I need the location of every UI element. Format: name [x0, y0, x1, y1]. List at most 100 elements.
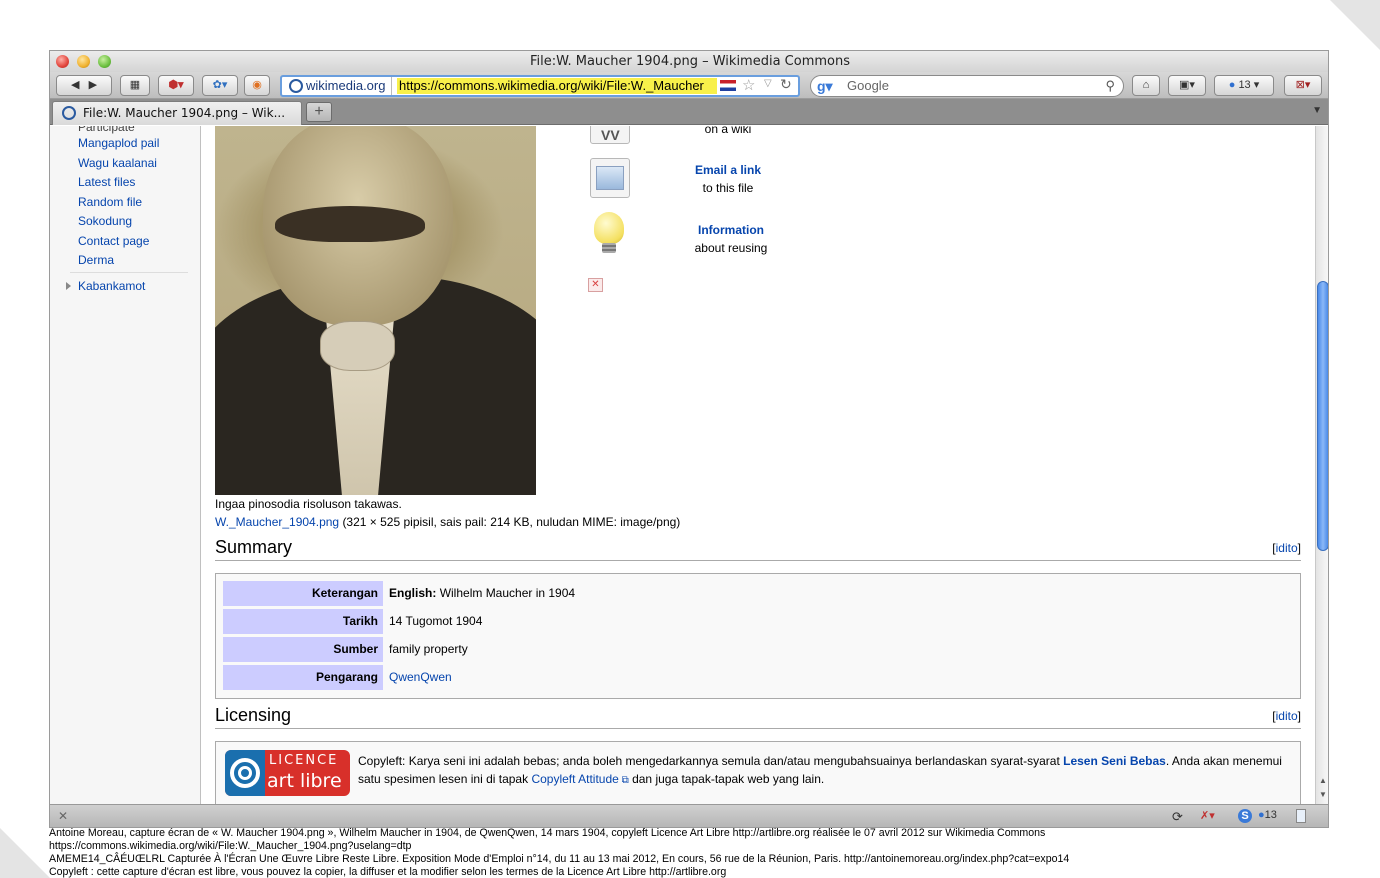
sidebar-divider	[70, 272, 188, 273]
portrait-photo[interactable]	[215, 126, 536, 495]
free-art-license-link[interactable]: Lesen Seni Bebas	[1063, 754, 1166, 768]
email-link-title[interactable]: Email a link	[673, 163, 783, 177]
bookmark-star-icon[interactable]: ☆	[742, 76, 755, 94]
grid-icon: ▦	[129, 79, 141, 91]
notification-bubble-icon: ●	[1228, 79, 1236, 91]
file-info: W._Maucher_1904.png (321 × 525 pipisil, …	[215, 515, 680, 529]
addon-button[interactable]: ⊠▾	[1284, 75, 1322, 96]
external-link-icon: ⧉	[618, 775, 629, 786]
email-link-subtitle: to this file	[702, 181, 754, 195]
row-value: English: Wilhelm Maucher in 1904	[389, 586, 576, 600]
broken-image-icon: ✕	[588, 278, 603, 292]
edit-summary-link[interactable]: [idito]	[1272, 541, 1301, 555]
scroll-up-icon[interactable]: ▲	[1319, 776, 1327, 785]
sidebar-item-donate[interactable]: Derma	[78, 253, 114, 267]
status-bar: ✕ ⟳ ✗▾ S ●13	[50, 804, 1328, 827]
home-icon: ⌂	[1142, 79, 1150, 91]
tab-list-icon[interactable]: ▼	[1312, 105, 1322, 116]
sidebar-item-latest-files[interactable]: Latest files	[78, 175, 135, 189]
sidebar-item-upload[interactable]: Mangaplod pail	[78, 136, 159, 150]
forward-arrow-icon[interactable]: ▶	[89, 79, 97, 91]
row-label: Tarikh	[223, 609, 383, 634]
sidebar-item-random-file[interactable]: Random file	[78, 195, 142, 209]
row-label: Keterangan	[223, 581, 383, 606]
table-row: Pengarang QwenQwen	[223, 665, 1293, 690]
bookmarks-icon: ▣▾	[1179, 79, 1195, 91]
rss-icon: ◉	[252, 79, 262, 91]
browser-window: File:W. Maucher 1904.png – Wikimedia Com…	[49, 50, 1329, 828]
summary-heading: Summary [idito]	[215, 537, 1301, 561]
page-icon[interactable]	[1296, 809, 1306, 823]
email-link-icon[interactable]	[590, 158, 630, 198]
title-bar: File:W. Maucher 1904.png – Wikimedia Com…	[50, 51, 1328, 72]
row-value: 14 Tugomot 1904	[389, 614, 483, 628]
reuse-information-title[interactable]: Information	[676, 223, 786, 237]
file-link[interactable]: W._Maucher_1904.png	[215, 515, 339, 529]
close-statusbar-icon[interactable]: ✕	[58, 809, 68, 823]
addon-icon: ⊠▾	[1295, 79, 1311, 91]
licensing-heading: Licensing [idito]	[215, 705, 1301, 729]
sidebar-item-contact[interactable]: Contact page	[78, 234, 149, 248]
author-link[interactable]: QwenQwen	[389, 670, 452, 684]
image-caption: Ingaa pinosodia risoluson takawas.	[215, 497, 402, 511]
s-addon-icon[interactable]: S	[1238, 809, 1252, 823]
close-window-button[interactable]	[56, 55, 69, 68]
search-bar[interactable]: g▾ Google ⚲	[810, 75, 1124, 97]
rss-button[interactable]: ◉	[244, 75, 270, 96]
reload-icon[interactable]: ↻	[780, 76, 792, 93]
back-arrow-icon[interactable]: ◀	[71, 79, 79, 91]
minimize-window-button[interactable]	[77, 55, 90, 68]
extension-button[interactable]: ✿▾	[202, 75, 238, 96]
url-text[interactable]: https://commons.wikimedia.org/wiki/File:…	[397, 78, 717, 94]
dropdown-arrow-icon[interactable]: ▽	[764, 78, 772, 89]
row-label: Sumber	[223, 637, 383, 662]
site-identity[interactable]: wikimedia.org	[286, 77, 393, 95]
scroll-down-icon[interactable]: ▼	[1319, 790, 1327, 799]
photo-tie-shape	[320, 321, 395, 371]
page-content: Participate Mangaplod pail Wagu kaalanai…	[50, 126, 1315, 804]
footer-line: AMEME14_CÂÉUŒLRL Capturée À l'Écran Une …	[49, 853, 1070, 865]
adblock-button[interactable]: ⬢▾	[158, 75, 194, 96]
copyleft-attitude-link[interactable]: Copyleft Attitude	[531, 772, 618, 786]
tool-icon[interactable]: ✗▾	[1200, 809, 1215, 822]
sidebar-item-help[interactable]: Sokodung	[78, 214, 132, 228]
flag-icon	[720, 80, 736, 91]
page-corner-decoration	[1330, 0, 1380, 50]
footer-line: https://commons.wikimedia.org/wiki/File:…	[49, 840, 412, 852]
sidebar-section-participate[interactable]: Participate	[78, 126, 135, 134]
bookmarks-menu-button[interactable]: ▣▾	[1168, 75, 1206, 96]
sidebar-section-toolbox[interactable]: Kabankamot	[66, 279, 145, 293]
address-bar[interactable]: wikimedia.org https://commons.wikimedia.…	[280, 75, 800, 97]
information-table: Keterangan English: Wilhelm Maucher in 1…	[215, 573, 1301, 699]
footer-line: Antoine Moreau, capture écran de « W. Ma…	[49, 827, 1046, 839]
use-on-wiki-subtitle: on a wiki	[704, 126, 752, 136]
sync-icon[interactable]: ⟳	[1172, 809, 1183, 825]
scrollbar-thumb[interactable]	[1317, 281, 1328, 551]
footer-line: Copyleft : cette capture d'écran est lib…	[49, 866, 727, 878]
lightbulb-icon[interactable]	[594, 212, 624, 244]
back-forward-buttons[interactable]: ◀ ▶	[56, 75, 112, 96]
notifications-button[interactable]: ● 13 ▾	[1214, 75, 1274, 96]
tab-active[interactable]: File:W. Maucher 1904.png – Wik...	[52, 101, 302, 125]
file-meta: (321 × 525 pipisil, sais pail: 214 KB, n…	[342, 515, 681, 529]
window-title: File:W. Maucher 1904.png – Wikimedia Com…	[529, 54, 851, 69]
commons-favicon-icon	[62, 106, 76, 120]
licence-art-libre-logo[interactable]: LICENCE art libre	[225, 750, 350, 796]
status-notification[interactable]: ●13	[1258, 809, 1277, 821]
status-count: 13	[1264, 809, 1277, 821]
navigation-toolbar: ◀ ▶ ▦ ⬢▾ ✿▾ ◉ wikimedia.org https://comm…	[50, 72, 1328, 99]
page-corner-decoration	[0, 828, 50, 878]
bookmarks-grid-button[interactable]: ▦	[120, 75, 150, 96]
new-tab-button[interactable]: +	[306, 102, 332, 122]
vertical-scrollbar[interactable]: ▲ ▼	[1315, 126, 1328, 804]
sidebar-item-recent-changes[interactable]: Wagu kaalanai	[78, 156, 157, 170]
license-text: Copyleft: Karya seni ini adalah bebas; a…	[358, 754, 1282, 786]
google-icon[interactable]: g▾	[817, 76, 833, 96]
home-button[interactable]: ⌂	[1132, 75, 1160, 96]
photo-mustache-shape	[275, 206, 425, 242]
zoom-window-button[interactable]	[98, 55, 111, 68]
use-on-wiki-icon[interactable]: VV	[590, 126, 630, 144]
table-row: Sumber family property	[223, 637, 1293, 662]
search-icon[interactable]: ⚲	[1105, 76, 1115, 96]
edit-licensing-link[interactable]: [idito]	[1272, 709, 1301, 723]
